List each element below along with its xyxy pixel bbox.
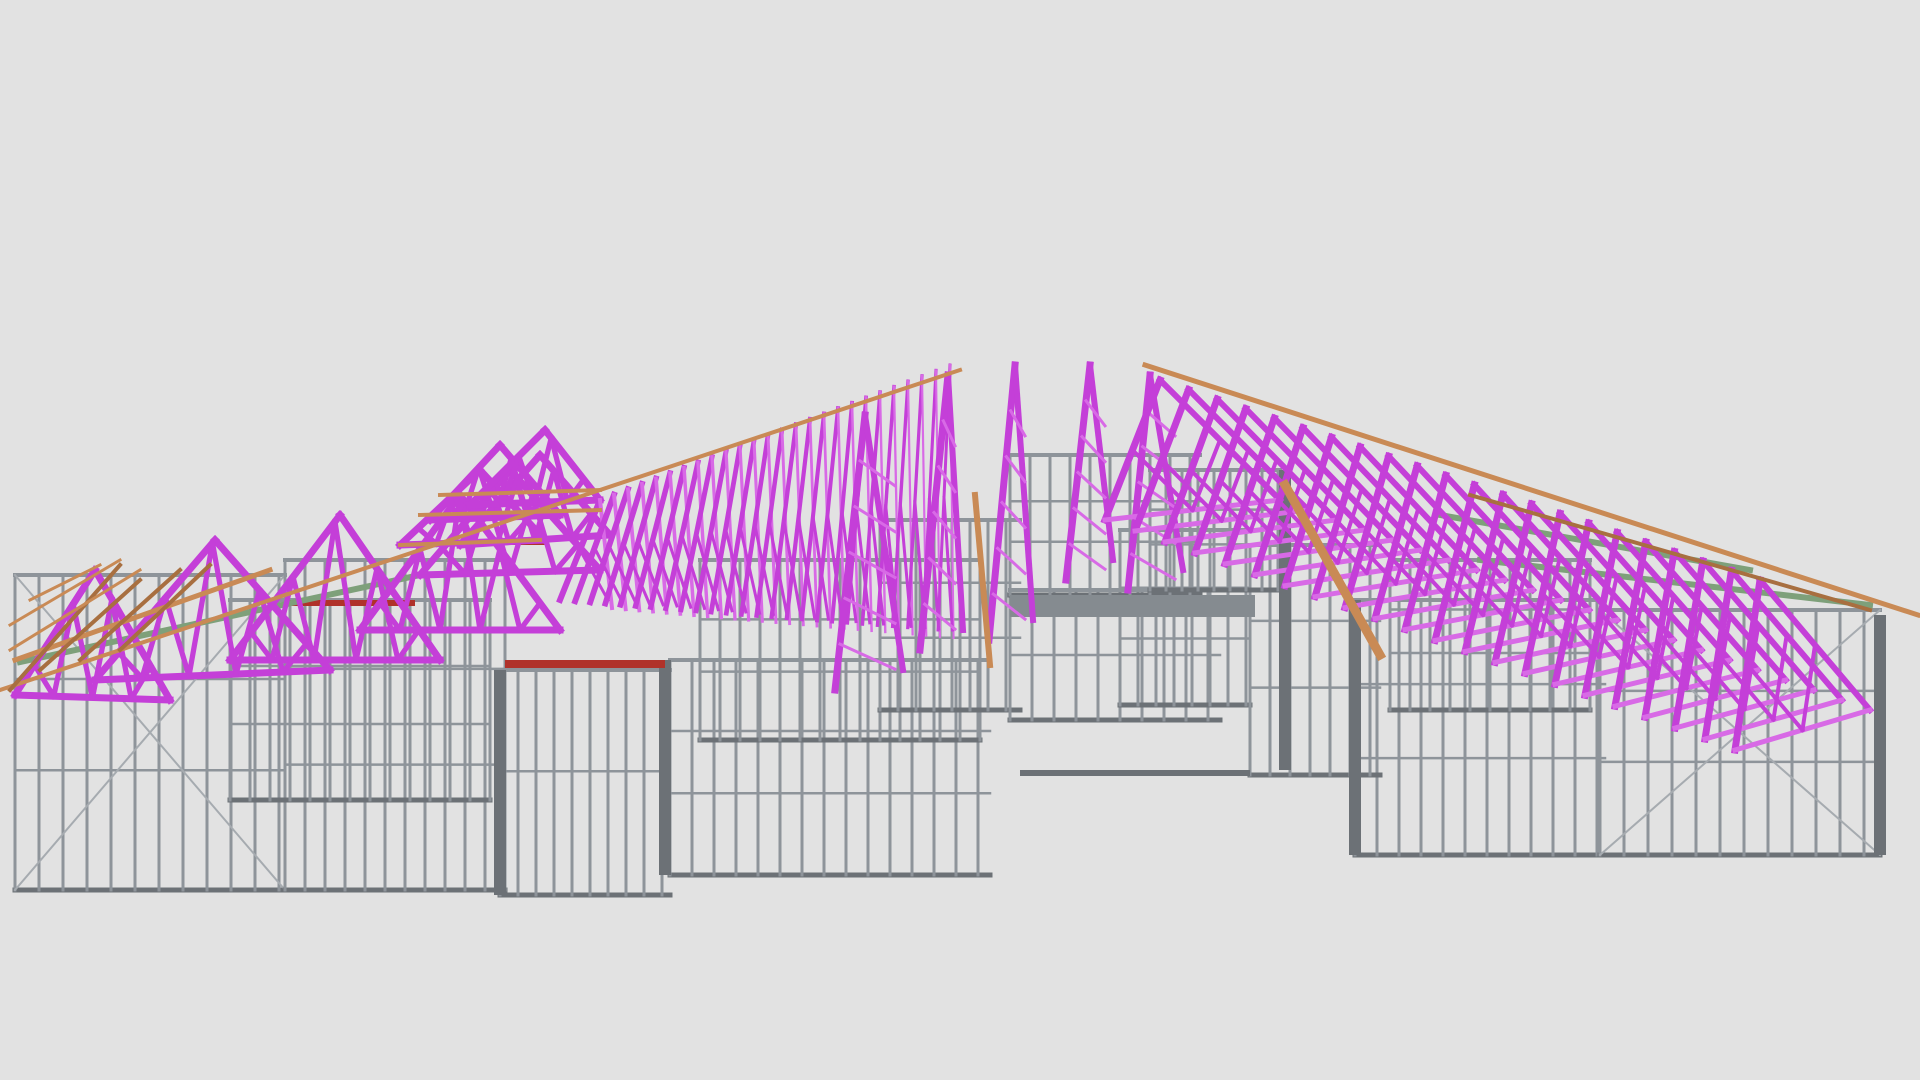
steel-post (494, 670, 506, 895)
roof-trusses (10, 361, 1875, 754)
steel-post (1349, 600, 1361, 855)
red-lintel (505, 660, 665, 668)
floor-plate (1020, 770, 1250, 776)
ceiling-beam-gray (1010, 595, 1255, 617)
steel-post (659, 660, 671, 875)
3d-viewport[interactable] (0, 0, 1920, 1080)
building-frame-model[interactable] (0, 0, 1920, 1080)
wall-center-front (667, 658, 993, 878)
wall-left-center (497, 668, 673, 898)
steel-post (1874, 615, 1886, 855)
